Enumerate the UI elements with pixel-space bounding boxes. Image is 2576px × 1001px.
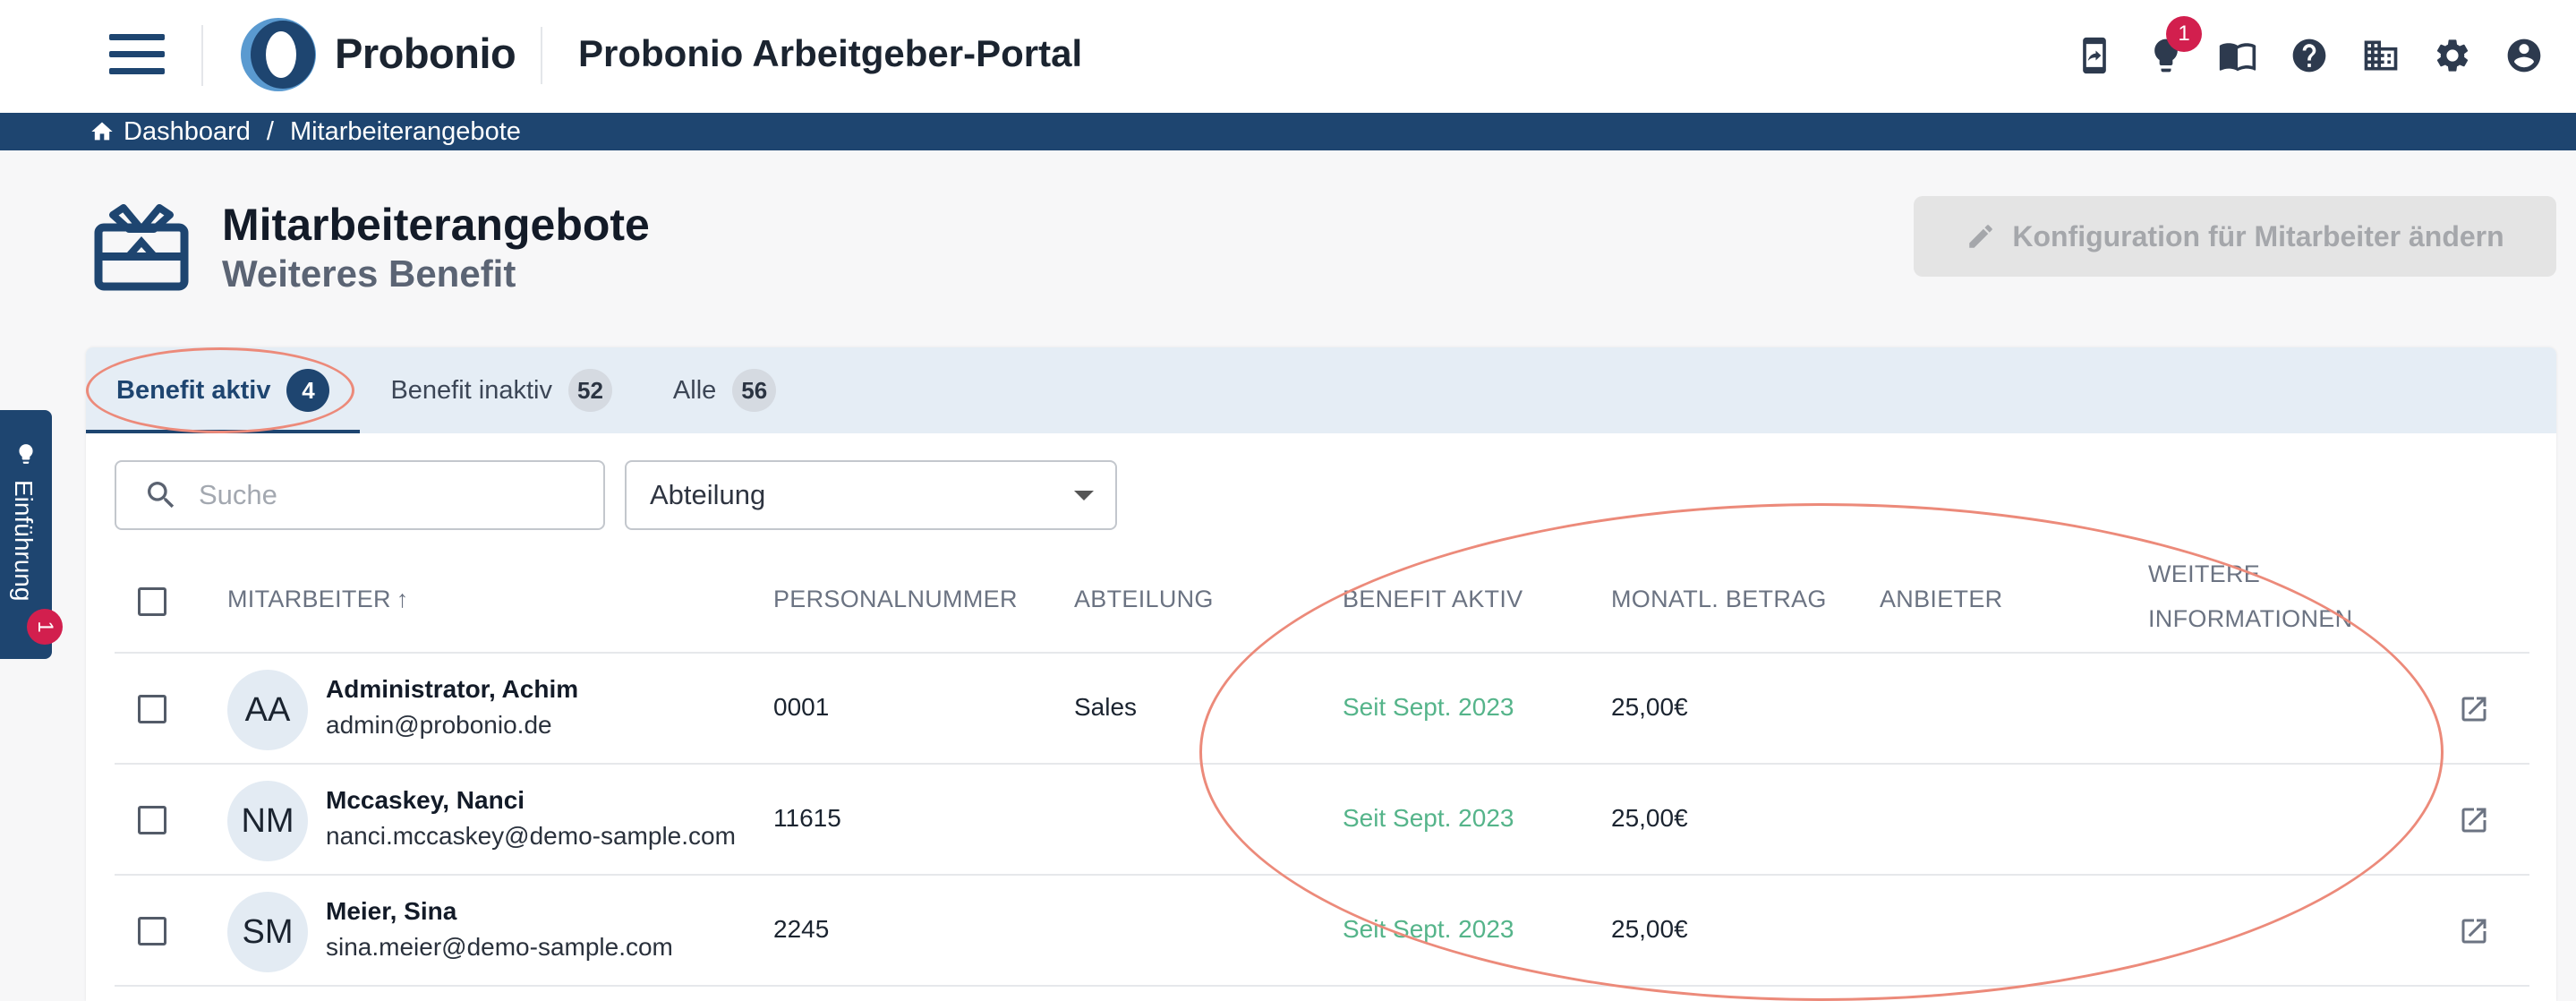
breadcrumb-current: Mitarbeiterangebote <box>289 116 521 146</box>
divider <box>541 27 542 84</box>
page-title: Mitarbeiterangebote <box>222 200 650 250</box>
column-header-department[interactable]: ABTEILUNG <box>1074 577 1214 621</box>
breadcrumb-dashboard-link[interactable]: Dashboard <box>124 117 251 147</box>
tab-bar: Benefit aktiv 4 Benefit inaktiv 52 Alle … <box>86 347 2556 433</box>
table-header: MITARBEITER ↑ PERSONALNUMMER ABTEILUNG BE… <box>115 552 2529 654</box>
select-all-checkbox[interactable] <box>138 587 166 616</box>
row-checkbox[interactable] <box>138 695 166 723</box>
column-header-personnel-number[interactable]: PERSONALNUMMER <box>773 577 1018 621</box>
tab-label: Benefit aktiv <box>116 375 271 405</box>
tab-all[interactable]: Alle 56 <box>643 347 806 433</box>
employee-name: Meier, Sina <box>326 897 457 925</box>
book-icon[interactable] <box>2202 27 2273 84</box>
tab-benefit-inactive[interactable]: Benefit inaktiv 52 <box>360 347 642 433</box>
column-header-employee[interactable]: MITARBEITER ↑ <box>227 577 409 621</box>
building-icon[interactable] <box>2345 27 2417 84</box>
notification-badge: 1 <box>2166 16 2202 52</box>
breadcrumb-separator: / <box>266 116 274 146</box>
personnel-number: 11615 <box>773 804 841 832</box>
monthly-amount: 25,00€ <box>1611 804 1688 832</box>
department: Sales <box>1074 693 1138 721</box>
department-select[interactable]: Abteilung <box>625 460 1117 530</box>
change-configuration-button[interactable]: Konfiguration für Mitarbeiter ändern <box>1914 196 2556 277</box>
breadcrumb: Dashboard / Mitarbeiterangebote <box>0 113 2576 150</box>
search-input[interactable] <box>199 479 539 511</box>
department-select-value: Abteilung <box>650 479 766 510</box>
employee-email: admin@probonio.de <box>326 711 552 739</box>
brand-name[interactable]: Probonio <box>335 29 516 78</box>
tab-count-badge: 56 <box>732 369 777 412</box>
monthly-amount: 25,00€ <box>1611 693 1688 721</box>
filter-bar: Abteilung <box>115 460 1117 530</box>
personnel-number: 0001 <box>773 693 830 721</box>
search-field[interactable] <box>115 460 605 530</box>
onboarding-badge: 1 <box>27 609 63 645</box>
change-configuration-label: Konfiguration für Mitarbeiter ändern <box>2012 219 2504 252</box>
employee-email: sina.meier@demo-sample.com <box>326 933 673 961</box>
table-row[interactable]: NM Mccaskey, Nanci nanci.mccaskey@demo-s… <box>115 765 2529 876</box>
divider <box>201 25 203 86</box>
tab-benefit-active[interactable]: Benefit aktiv 4 <box>86 347 361 433</box>
monthly-amount: 25,00€ <box>1611 915 1688 943</box>
column-header-label: MITARBEITER <box>227 586 391 612</box>
portal-title: Probonio Arbeitgeber-Portal <box>578 32 1083 74</box>
gift-card-icon <box>94 204 189 291</box>
employee-email: nanci.mccaskey@demo-sample.com <box>326 822 736 850</box>
onboarding-side-tab[interactable]: Einführung 1 <box>0 410 63 659</box>
tab-count-badge: 52 <box>568 369 612 412</box>
settings-icon[interactable] <box>2417 27 2488 84</box>
open-in-new-icon[interactable] <box>2458 693 2490 725</box>
search-icon <box>148 482 175 509</box>
table-row[interactable]: AA Administrator, Achim admin@probonio.d… <box>115 654 2529 765</box>
page-subtitle: Weiteres Benefit <box>222 252 516 295</box>
tab-count-badge: 4 <box>286 369 330 412</box>
pencil-icon <box>1969 225 1993 248</box>
row-checkbox[interactable] <box>138 917 166 945</box>
account-icon[interactable] <box>2488 27 2560 84</box>
row-checkbox[interactable] <box>138 806 166 834</box>
employee-name: Administrator, Achim <box>326 675 579 703</box>
benefit-active-since: Seit Sept. 2023 <box>1343 915 1514 943</box>
column-header-label: INFORMATIONEN <box>2148 605 2353 632</box>
chevron-down-icon <box>1074 490 1094 500</box>
column-header-benefit-active[interactable]: BENEFIT AKTIV <box>1343 577 1523 621</box>
top-bar: Probonio Probonio Arbeitgeber-Portal 1 <box>0 0 2576 113</box>
open-in-new-icon[interactable] <box>2458 804 2490 836</box>
open-in-new-icon[interactable] <box>2458 915 2490 947</box>
column-header-more-info: WEITERE INFORMATIONEN <box>2148 552 2352 641</box>
employee-table-card: Benefit aktiv 4 Benefit inaktiv 52 Alle … <box>86 347 2556 1001</box>
employee-name: Mccaskey, Nanci <box>326 786 525 814</box>
home-icon[interactable] <box>90 119 115 144</box>
mobile-share-icon[interactable] <box>2059 27 2130 84</box>
sort-arrow-up-icon[interactable]: ↑ <box>397 577 409 621</box>
lightbulb-icon[interactable]: 1 <box>2130 16 2202 84</box>
column-header-monthly-amount[interactable]: MONATL. BETRAG <box>1611 577 1827 621</box>
employee-table: MITARBEITER ↑ PERSONALNUMMER ABTEILUNG BE… <box>115 552 2529 987</box>
benefit-active-since: Seit Sept. 2023 <box>1343 693 1514 721</box>
avatar: NM <box>227 781 308 861</box>
help-icon[interactable] <box>2273 27 2345 84</box>
top-icon-bar: 1 <box>2059 16 2560 84</box>
tab-label: Benefit inaktiv <box>390 375 552 405</box>
lightbulb-icon <box>19 444 33 464</box>
tab-label: Alle <box>672 375 717 405</box>
column-header-provider[interactable]: ANBIETER <box>1880 577 2002 621</box>
personnel-number: 2245 <box>773 915 830 943</box>
column-header-label: WEITERE <box>2148 560 2261 587</box>
onboarding-label: Einführung <box>10 480 38 602</box>
avatar: AA <box>227 670 308 750</box>
menu-icon[interactable] <box>109 34 165 75</box>
benefit-active-since: Seit Sept. 2023 <box>1343 804 1514 832</box>
table-row[interactable]: SM Meier, Sina sina.meier@demo-sample.co… <box>115 876 2529 987</box>
probonio-logo[interactable] <box>238 16 319 93</box>
avatar: SM <box>227 892 308 972</box>
